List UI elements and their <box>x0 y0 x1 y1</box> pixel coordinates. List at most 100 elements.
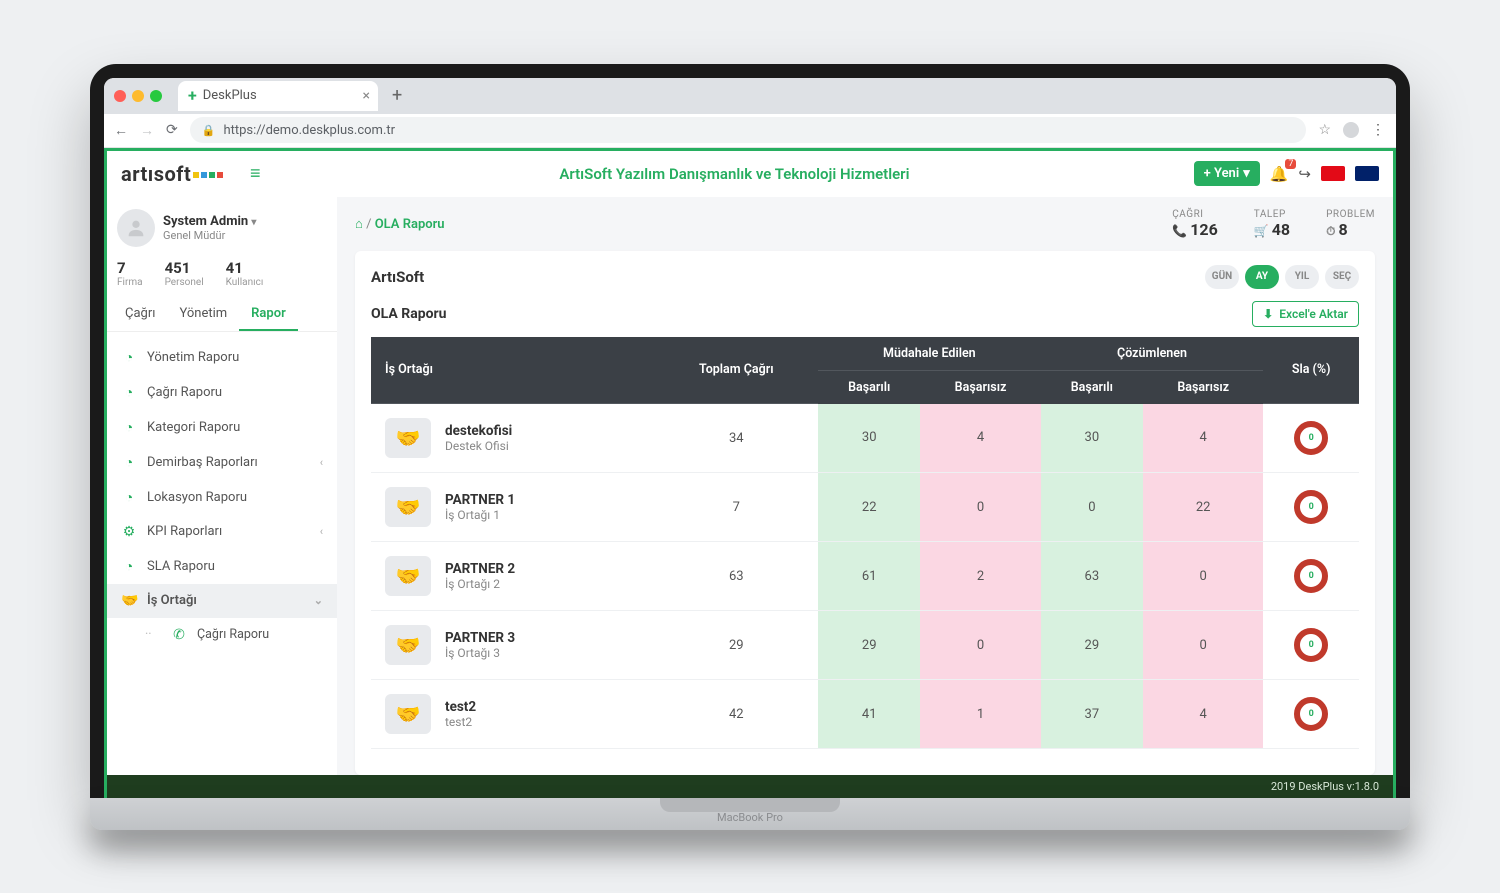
app-logo[interactable]: artısoft <box>121 162 223 186</box>
sidebar-tabs: Çağrı Yönetim Rapor <box>107 298 337 332</box>
user-profile[interactable]: System Admin ▾ Genel Müdür <box>107 197 337 253</box>
logo-text: artısoft <box>121 162 191 186</box>
sidebar-item-8[interactable]: ··✆Çağrı Raporu <box>107 618 337 652</box>
download-icon: ⬇ <box>1263 307 1273 321</box>
new-button[interactable]: + Yeni▾ <box>1194 161 1260 186</box>
app-topbar: artısoft ≡ ArtıSoft Yazılım Danışmanlık … <box>107 151 1393 197</box>
handshake-icon: 🤝 <box>385 694 431 734</box>
sla-ring: 0 <box>1294 421 1328 455</box>
user-role: Genel Müdür <box>163 229 256 242</box>
ola-table: İş Ortağı Toplam Çağrı Müdahale Edilen Ç… <box>371 337 1359 750</box>
chevron-icon: ‹ <box>320 525 323 538</box>
sidebar-item-2[interactable]: ◔Kategori Raporu <box>107 410 337 445</box>
window-close-dot[interactable] <box>114 90 126 102</box>
col-cozum: Çözümlenen <box>1041 337 1264 371</box>
col-mudahale: Müdahale Edilen <box>818 337 1041 371</box>
handshake-icon: 🤝 <box>385 556 431 596</box>
sidebar-item-6[interactable]: ◔ SLA Raporu <box>107 549 337 584</box>
segment-gun[interactable]: GÜN <box>1205 265 1239 289</box>
browser-tab[interactable]: + DeskPlus × <box>178 81 378 111</box>
handshake-icon: 🤝 <box>385 487 431 527</box>
pie-icon: ◔ <box>121 384 137 401</box>
reload-icon[interactable]: ⟳ <box>166 122 178 138</box>
sla-ring: 0 <box>1294 628 1328 662</box>
sidebar-item-5[interactable]: ⚙KPI Raporları‹ <box>107 515 337 549</box>
main-content: ⌂ / OLA Raporu ÇAĞRI📞126 TALEP🛒48 PROBLEM⏱… <box>337 197 1393 775</box>
report-subtitle: OLA Raporu <box>371 306 446 322</box>
sidebar-item-label: Demirbaş Raporları <box>147 455 258 470</box>
new-tab-button[interactable]: + <box>392 85 402 106</box>
caret-down-icon: ▾ <box>1243 166 1250 181</box>
url-text: https://demo.deskplus.com.tr <box>223 123 395 138</box>
window-maximize-dot[interactable] <box>150 90 162 102</box>
app-footer: 2019 DeskPlus v:1.8.0 <box>107 775 1393 798</box>
stat-kullanici: 41Kullanıcı <box>226 259 264 288</box>
flag-en-icon[interactable] <box>1355 166 1379 181</box>
export-excel-button[interactable]: ⬇Excel'e Aktar <box>1252 301 1359 327</box>
table-row[interactable]: 🤝PARTNER 2İş Ortağı 2636126300 <box>371 542 1359 611</box>
flag-tr-icon[interactable] <box>1321 166 1345 181</box>
kpi-0: ÇAĞRI📞126 <box>1172 209 1218 239</box>
sidebar-item-7[interactable]: 🤝İş Ortağı⌄ <box>107 584 337 618</box>
sidebar-item-0[interactable]: ◔Yönetim Raporu <box>107 340 337 375</box>
table-row[interactable]: 🤝PARTNER 1İş Ortağı 172200220 <box>371 473 1359 542</box>
laptop-frame: + DeskPlus × + ← → ⟳ 🔒 https://demo.desk… <box>90 64 1410 830</box>
sidebar-item-label: Çağrı Raporu <box>197 627 269 642</box>
browser-menu-icon[interactable]: ⋮ <box>1371 122 1386 138</box>
pie-icon: ◔ <box>121 558 137 575</box>
pie-icon: ◔ <box>121 349 137 366</box>
url-field[interactable]: 🔒 https://demo.deskplus.com.tr <box>190 117 1307 143</box>
sidebar-item-4[interactable]: ◔ Lokasyon Raporu <box>107 480 337 515</box>
gear-icon: ⚙ <box>121 524 137 540</box>
tab-yonetim[interactable]: Yönetim <box>167 298 239 331</box>
segment-yil[interactable]: YIL <box>1285 265 1319 289</box>
avatar <box>117 209 155 247</box>
back-icon[interactable]: ← <box>114 122 128 139</box>
table-row[interactable]: 🤝PARTNER 3İş Ortağı 3292902900 <box>371 611 1359 680</box>
forward-icon[interactable]: → <box>140 122 154 139</box>
caret-down-icon: ▾ <box>251 217 256 228</box>
sidebar-item-1[interactable]: ◔Çağrı Raporu <box>107 375 337 410</box>
sidebar-menu: ◔Yönetim Raporu◔Çağrı Raporu◔Kategori Ra… <box>107 332 337 775</box>
breadcrumb: ⌂ / OLA Raporu <box>355 216 445 232</box>
app-root: artısoft ≡ ArtıSoft Yazılım Danışmanlık … <box>104 148 1396 798</box>
logo-icon <box>193 172 223 178</box>
home-icon[interactable]: ⌂ <box>355 217 363 232</box>
window-minimize-dot[interactable] <box>132 90 144 102</box>
sidebar-item-label: Lokasyon Raporu <box>147 490 247 505</box>
tab-rapor[interactable]: Rapor <box>239 298 298 331</box>
logout-icon[interactable]: ↪ <box>1298 165 1311 183</box>
sidebar-item-label: SLA Raporu <box>147 559 215 574</box>
col-m-basarili: Başarılı <box>818 370 920 404</box>
profile-icon[interactable] <box>1343 122 1359 138</box>
table-row[interactable]: 🤝test2test2424113740 <box>371 680 1359 749</box>
bookmark-icon[interactable]: ☆ <box>1318 122 1331 138</box>
kpi-1: TALEP🛒48 <box>1254 209 1290 239</box>
sidebar-item-label: İş Ortağı <box>147 593 197 608</box>
handshake-icon: 🤝 <box>385 418 431 458</box>
sla-ring: 0 <box>1294 559 1328 593</box>
browser-tab-bar: + DeskPlus × + <box>104 78 1396 114</box>
sla-ring: 0 <box>1294 697 1328 731</box>
laptop-brand: MacBook Pro <box>717 811 783 824</box>
segment-sec[interactable]: SEÇ <box>1325 265 1359 289</box>
notification-badge: 7 <box>1285 159 1296 169</box>
notifications-icon[interactable]: 🔔7 <box>1270 165 1289 183</box>
user-name: System Admin <box>163 214 248 229</box>
browser-address-bar: ← → ⟳ 🔒 https://demo.deskplus.com.tr ☆ ⋮ <box>104 114 1396 148</box>
kpi-2: PROBLEM⏱8 <box>1326 209 1375 239</box>
hamburger-icon[interactable]: ≡ <box>235 163 275 184</box>
sla-ring: 0 <box>1294 490 1328 524</box>
pie-icon: ◔ <box>121 489 137 506</box>
table-row[interactable]: 🤝destekofisiDestek Ofisi343043040 <box>371 404 1359 473</box>
col-c-basarili: Başarılı <box>1041 370 1143 404</box>
segment-ay[interactable]: AY <box>1245 265 1279 289</box>
header-kpis: ÇAĞRI📞126 TALEP🛒48 PROBLEM⏱8 <box>1172 209 1375 239</box>
card-title: ArtıSoft <box>371 268 424 286</box>
tab-cagri[interactable]: Çağrı <box>113 298 167 331</box>
breadcrumb-current[interactable]: OLA Raporu <box>375 217 445 232</box>
sidebar-stats: 7Firma 451Personel 41Kullanıcı <box>107 253 337 298</box>
handshake-icon: 🤝 <box>121 593 137 609</box>
sidebar-item-3[interactable]: ◔Demirbaş Raporları‹ <box>107 445 337 480</box>
tab-close-icon[interactable]: × <box>363 88 370 104</box>
